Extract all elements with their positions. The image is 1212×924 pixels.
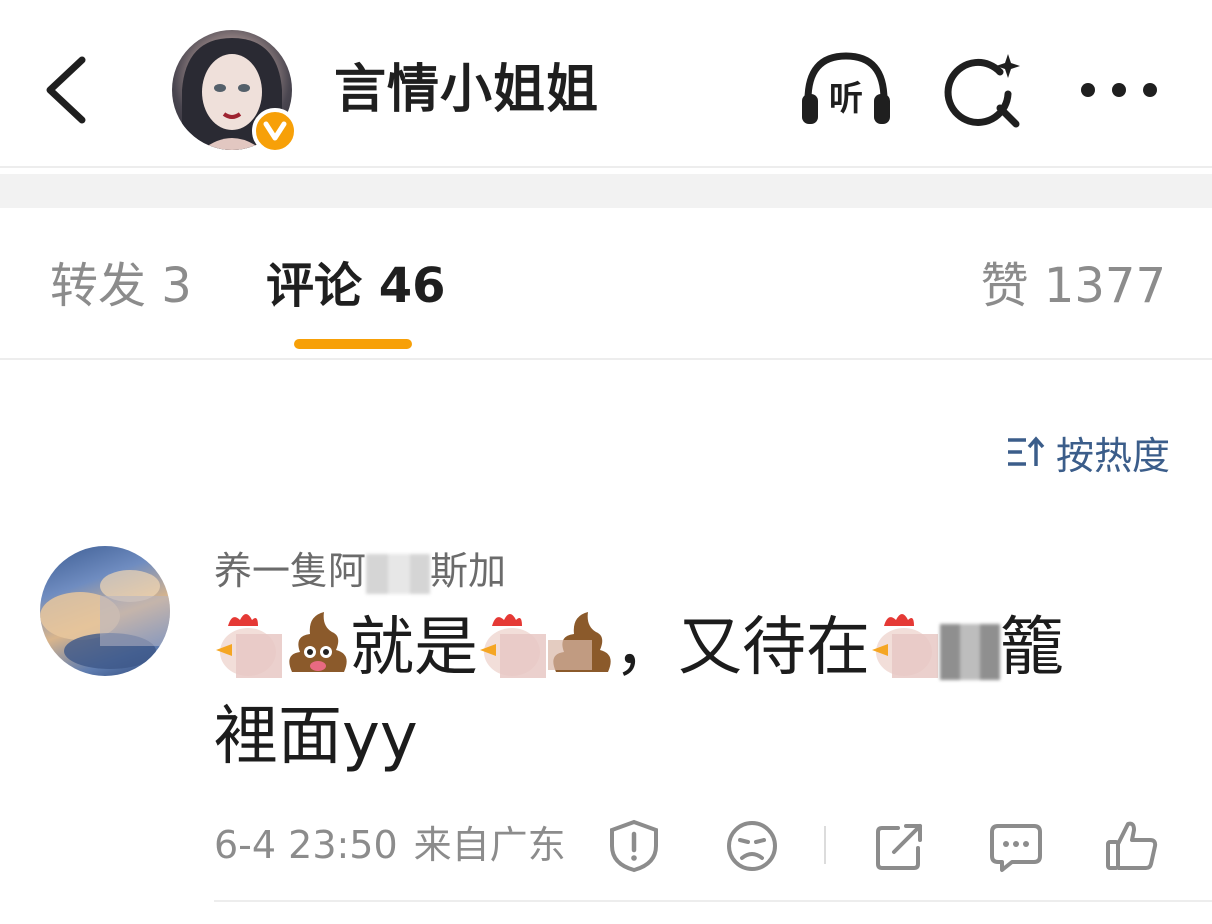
top-bar: 言情小姐姐 听 bbox=[0, 0, 1212, 168]
poop-emoji bbox=[548, 606, 614, 697]
more-dots-icon bbox=[1081, 83, 1157, 97]
tab-repost[interactable]: 转发 3 bbox=[50, 258, 192, 314]
sort-button[interactable]: 按热度 bbox=[1006, 428, 1170, 478]
like-button[interactable] bbox=[1104, 818, 1160, 874]
search-sparkle-icon bbox=[944, 54, 1020, 128]
chevron-left-icon bbox=[46, 56, 86, 124]
commenter-username[interactable]: 养一隻阿 斯加 bbox=[214, 546, 506, 596]
listen-button[interactable]: 听 bbox=[798, 50, 894, 130]
comment-text-part2: ，又待在 bbox=[614, 611, 870, 686]
share-button[interactable] bbox=[872, 818, 928, 874]
tab-comment[interactable]: 评论 46 bbox=[266, 258, 446, 314]
sort-icon bbox=[1007, 436, 1045, 466]
listen-label: 听 bbox=[829, 79, 863, 119]
username-end: 斯加 bbox=[430, 549, 507, 593]
chicken-emoji-censored bbox=[478, 606, 548, 697]
dislike-button[interactable] bbox=[724, 818, 780, 874]
reply-button[interactable] bbox=[988, 818, 1044, 874]
comment-meta: 6-4 23:50 来自广东 bbox=[214, 820, 566, 870]
dislike-icon bbox=[727, 821, 777, 871]
comment-timestamp: 6-4 23:50 bbox=[214, 823, 398, 867]
like-icon bbox=[1106, 821, 1158, 870]
tab-like[interactable]: 赞 1377 bbox=[981, 258, 1166, 314]
commenter-avatar[interactable] bbox=[40, 546, 170, 676]
headphones-icon: 听 bbox=[802, 52, 890, 124]
username-start: 养一隻阿 bbox=[214, 549, 367, 593]
comment-divider bbox=[214, 900, 1212, 902]
weibo-comment-page: 言情小姐姐 听 转发 3 评论 46 赞 1377 按热度 养一隻阿 斯加 就是… bbox=[0, 0, 1212, 924]
chicken-emoji-censored bbox=[870, 606, 940, 697]
back-button[interactable] bbox=[36, 52, 96, 128]
username-mosaic bbox=[366, 553, 431, 594]
report-icon bbox=[610, 819, 658, 873]
comment-text-part3: 籠 bbox=[1000, 611, 1064, 686]
comment-text-part4: 裡面yy bbox=[214, 700, 418, 774]
comment-text: 就是 ，又待在 籠裡面yy bbox=[214, 606, 1144, 777]
poop-emoji bbox=[284, 606, 350, 697]
active-tab-indicator bbox=[294, 339, 412, 349]
tab-bar: 转发 3 评论 46 赞 1377 bbox=[0, 208, 1212, 360]
comment-text-part1: 就是 bbox=[350, 611, 478, 686]
verified-v-icon bbox=[252, 108, 298, 154]
sort-label: 按热度 bbox=[1055, 433, 1170, 478]
report-button[interactable] bbox=[606, 818, 662, 874]
comment-location: 来自广东 bbox=[413, 823, 566, 867]
page-title[interactable]: 言情小姐姐 bbox=[334, 58, 599, 122]
search-button[interactable] bbox=[942, 50, 1026, 130]
share-icon bbox=[876, 824, 922, 870]
action-divider bbox=[824, 826, 826, 864]
chicken-emoji-censored bbox=[214, 606, 284, 697]
profile-avatar-button[interactable] bbox=[172, 30, 298, 154]
text-mosaic bbox=[940, 623, 1000, 680]
more-options-button[interactable] bbox=[1076, 70, 1162, 110]
post-bottom-band bbox=[0, 174, 1212, 208]
reply-icon bbox=[990, 824, 1042, 872]
